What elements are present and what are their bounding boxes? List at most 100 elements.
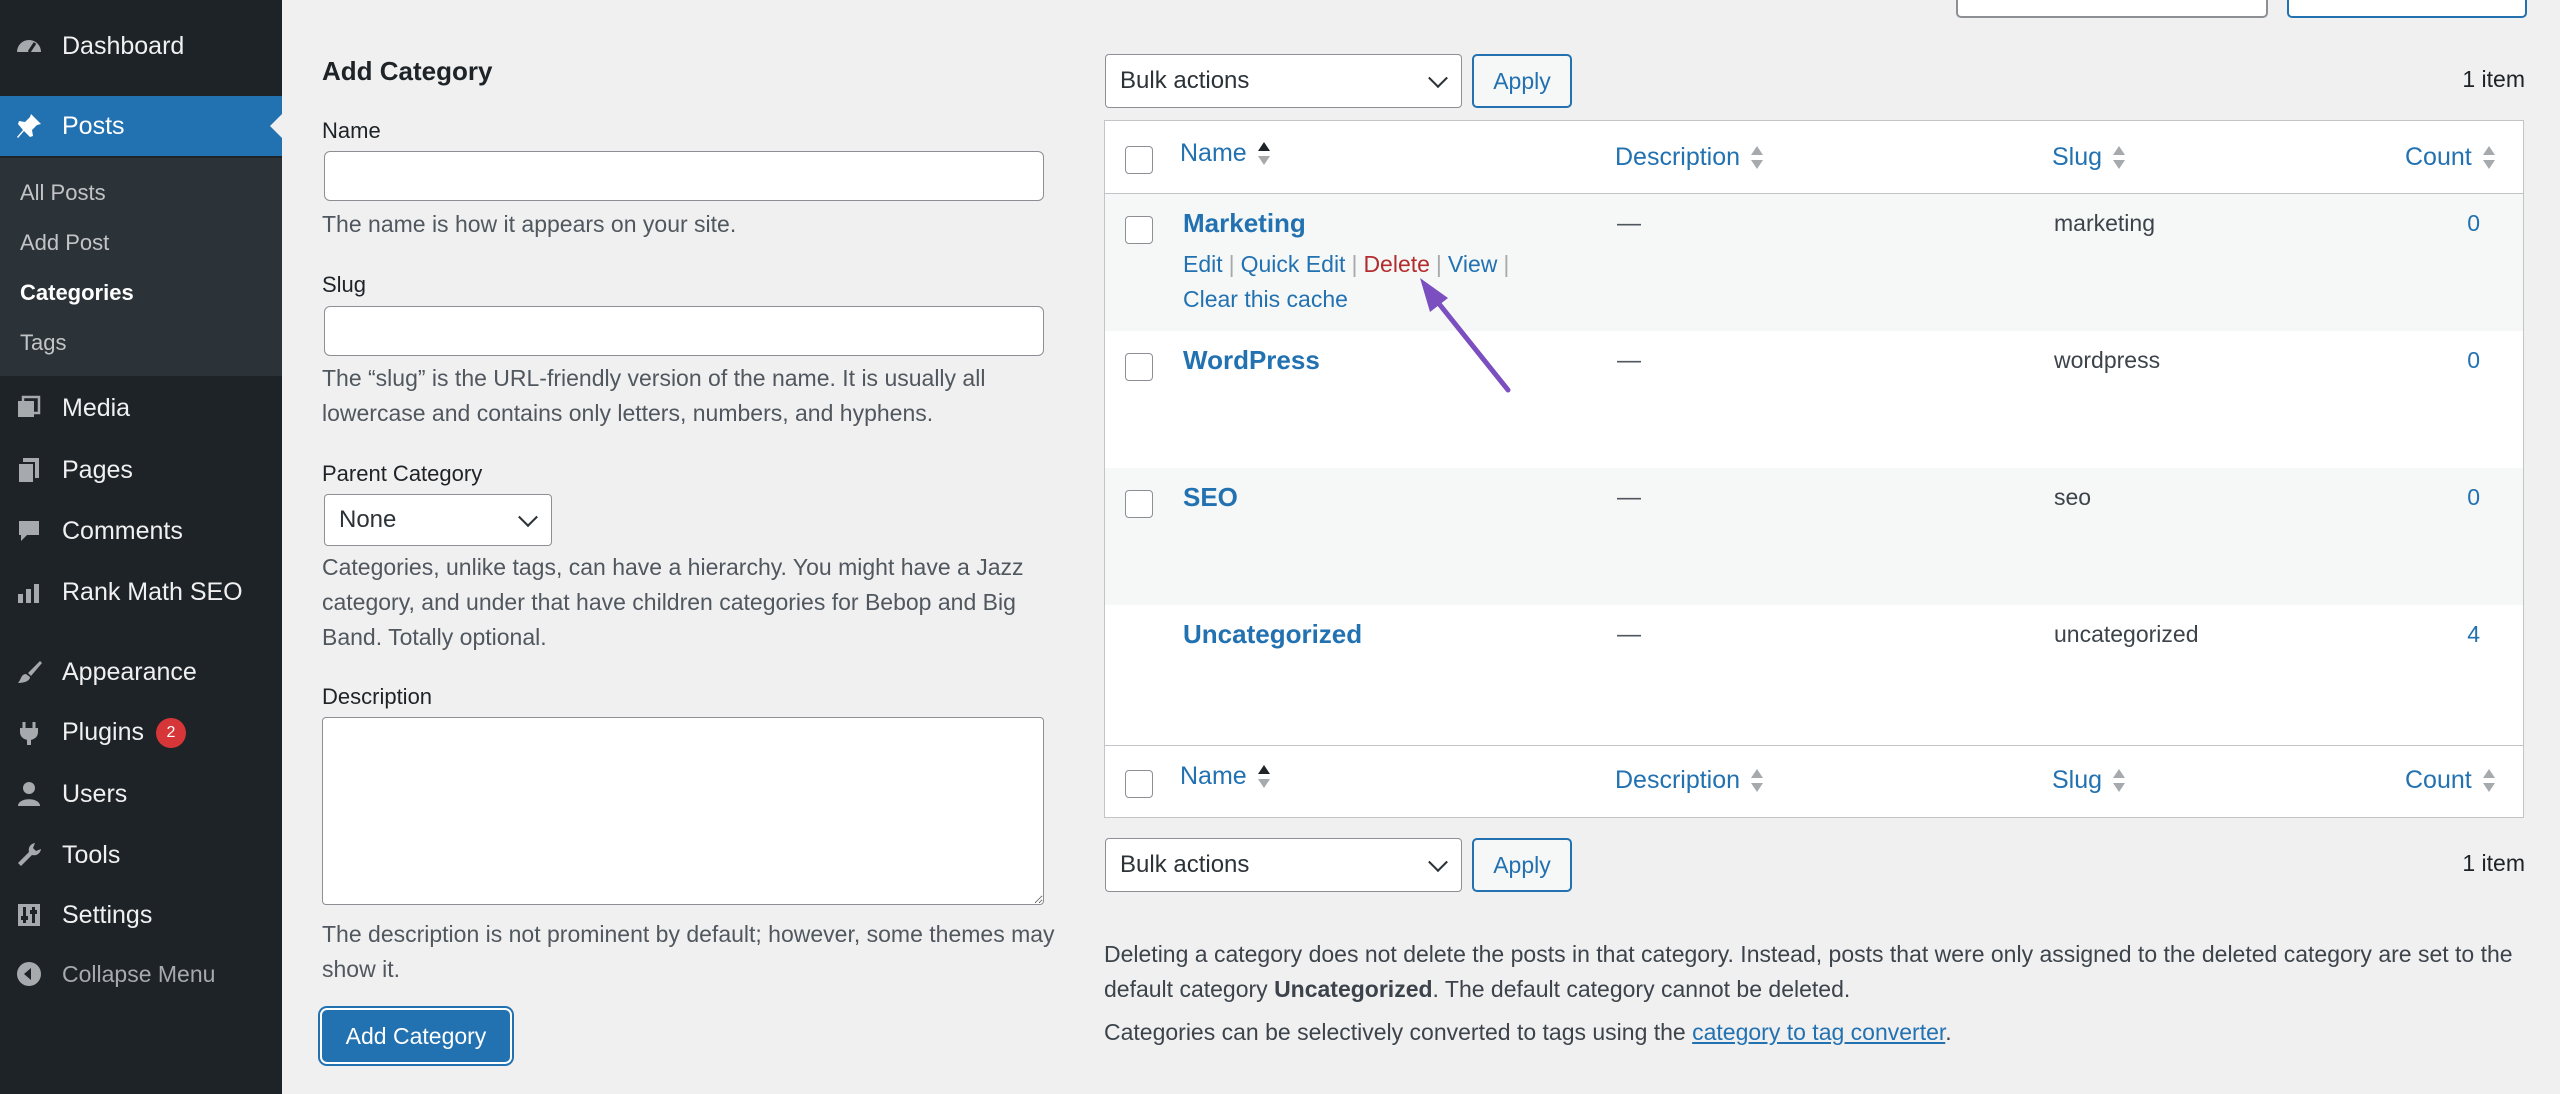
- menu-label: Appearance: [62, 657, 197, 686]
- column-count-label: Count: [2405, 766, 2472, 794]
- column-count-label: Count: [2405, 143, 2472, 171]
- menu-label: Plugins 2: [62, 718, 186, 749]
- row-checkbox[interactable]: [1125, 216, 1153, 244]
- category-description: —: [1617, 210, 1641, 237]
- category-count-link[interactable]: 4: [2450, 621, 2480, 648]
- posts-submenu: All Posts Add Post Categories Tags: [0, 158, 282, 376]
- table-row: Marketing Edit | Quick Edit | Delete | View | Cl…: [1105, 194, 2523, 331]
- row-checkbox[interactable]: [1125, 353, 1153, 381]
- separator: |: [1228, 251, 1235, 277]
- column-name[interactable]: Name: [1180, 139, 1271, 168]
- menu-label: Settings: [62, 900, 153, 929]
- submenu-categories[interactable]: Categories: [20, 280, 134, 306]
- table-row: WordPress — wordpress 0: [1105, 331, 2523, 468]
- category-count-link[interactable]: 0: [2450, 484, 2480, 511]
- clear-cache-link[interactable]: Clear this cache: [1183, 286, 1348, 312]
- bulk-actions-select-bottom[interactable]: Bulk actions: [1105, 838, 1462, 892]
- chevron-down-icon: [1428, 852, 1448, 873]
- category-slug: marketing: [2054, 210, 2155, 236]
- submenu-tags[interactable]: Tags: [20, 330, 66, 356]
- description-textarea[interactable]: [322, 717, 1044, 905]
- select-all-checkbox[interactable]: [1125, 146, 1153, 174]
- row-checkbox[interactable]: [1125, 490, 1153, 518]
- column-count[interactable]: Count: [2405, 766, 2496, 795]
- menu-media[interactable]: Media: [0, 378, 282, 438]
- menu-appearance[interactable]: Appearance: [0, 642, 282, 702]
- slug-input[interactable]: [324, 306, 1044, 356]
- column-count[interactable]: Count: [2405, 143, 2496, 172]
- paintbrush-icon: [13, 656, 45, 688]
- column-slug-label: Slug: [2052, 143, 2103, 171]
- parent-category-select[interactable]: None: [324, 494, 552, 546]
- column-slug[interactable]: Slug: [2052, 766, 2126, 795]
- column-name-label: Name: [1180, 139, 1247, 167]
- category-name-link[interactable]: Uncategorized: [1183, 619, 1362, 650]
- menu-users[interactable]: Users: [0, 764, 282, 824]
- parent-category-value: None: [339, 506, 397, 533]
- comment-icon: [13, 515, 45, 547]
- menu-dashboard[interactable]: Dashboard: [0, 16, 282, 76]
- menu-settings[interactable]: Settings: [0, 885, 282, 945]
- bulk-actions-value: Bulk actions: [1120, 67, 1250, 94]
- category-description: —: [1617, 621, 1641, 648]
- category-name-link[interactable]: WordPress: [1183, 345, 1320, 376]
- menu-posts[interactable]: Posts: [0, 96, 282, 156]
- converter-note: Categories can be selectively converted …: [1104, 1019, 1952, 1045]
- delete-note: Deleting a category does not delete the …: [1104, 941, 2513, 1002]
- submenu-add-post[interactable]: Add Post: [20, 230, 109, 256]
- separator: |: [1351, 251, 1358, 277]
- menu-plugins[interactable]: Plugins 2: [0, 703, 282, 763]
- sort-icon: [1750, 144, 1764, 172]
- column-description[interactable]: Description: [1615, 766, 1764, 795]
- add-category-button[interactable]: Add Category: [322, 1010, 510, 1062]
- apply-button-bottom[interactable]: Apply: [1472, 838, 1572, 892]
- category-name-link[interactable]: Marketing: [1183, 208, 1306, 239]
- user-icon: [13, 778, 45, 810]
- submenu-all-posts[interactable]: All Posts: [20, 180, 106, 206]
- item-count-bottom: 1 item: [2462, 850, 2525, 876]
- select-all-checkbox-bottom[interactable]: [1125, 770, 1153, 798]
- chart-icon: [13, 576, 45, 608]
- description-help: The description is not prominent by defa…: [322, 921, 1055, 982]
- chevron-down-icon: [1428, 68, 1448, 89]
- menu-label: Dashboard: [62, 31, 185, 60]
- bulk-actions-select-top[interactable]: Bulk actions: [1105, 54, 1462, 108]
- category-to-tag-converter-link[interactable]: category to tag converter: [1692, 1019, 1945, 1045]
- parent-category-help: Categories, unlike tags, can have a hier…: [322, 554, 1024, 650]
- category-slug: seo: [2054, 484, 2092, 510]
- dashboard-icon: [13, 30, 45, 62]
- column-description[interactable]: Description: [1615, 143, 1764, 172]
- pushpin-icon: [13, 110, 45, 142]
- menu-label: Comments: [62, 516, 183, 545]
- collapse-menu-button[interactable]: Collapse Menu: [0, 944, 282, 1004]
- categories-table: Name Description Slug Count Marketing Ed…: [1104, 120, 2524, 818]
- category-name-link[interactable]: SEO: [1183, 482, 1238, 513]
- table-footer: Name Description Slug Count: [1105, 745, 2523, 818]
- category-count-link[interactable]: 0: [2450, 210, 2480, 237]
- apply-button-top[interactable]: Apply: [1472, 54, 1572, 108]
- menu-pages[interactable]: Pages: [0, 440, 282, 500]
- column-name[interactable]: Name: [1180, 762, 1271, 791]
- quick-edit-link[interactable]: Quick Edit: [1241, 251, 1346, 277]
- name-input[interactable]: [324, 151, 1044, 201]
- category-description: —: [1617, 484, 1641, 511]
- menu-tools[interactable]: Tools: [0, 825, 282, 885]
- column-slug-label: Slug: [2052, 766, 2103, 794]
- menu-label: Media: [62, 393, 131, 422]
- media-icon: [13, 392, 45, 424]
- table-header: Name Description Slug Count: [1105, 121, 2523, 194]
- table-row: Uncategorized — uncategorized 4: [1105, 605, 2523, 742]
- menu-rank-math-seo[interactable]: Rank Math SEO: [0, 562, 282, 622]
- edit-link[interactable]: Edit: [1183, 251, 1223, 277]
- name-help: The name is how it appears on your site.: [322, 211, 737, 237]
- menu-comments[interactable]: Comments: [0, 501, 282, 561]
- menu-label: Posts: [62, 111, 125, 140]
- description-label: Description: [322, 684, 433, 709]
- category-count-link[interactable]: 0: [2450, 347, 2480, 374]
- search-categories-button[interactable]: [2287, 0, 2527, 18]
- search-categories-input[interactable]: [1956, 0, 2268, 18]
- column-slug[interactable]: Slug: [2052, 143, 2126, 172]
- name-label: Name: [322, 118, 381, 143]
- admin-sidebar: Dashboard Posts All Posts Add Post Categ…: [0, 0, 282, 1094]
- sort-icon: [2482, 767, 2496, 795]
